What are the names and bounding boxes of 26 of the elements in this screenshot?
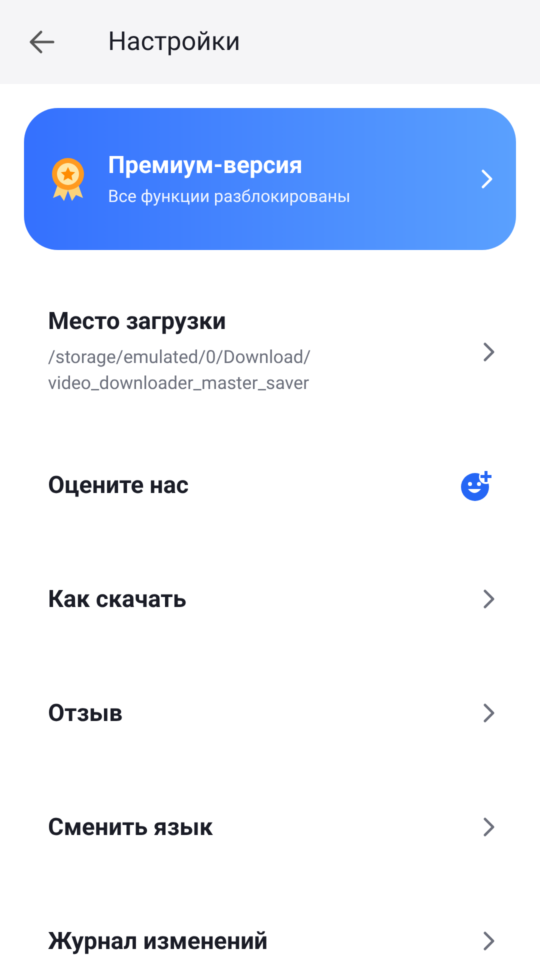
chevron-icon	[480, 168, 494, 190]
chevron-icon	[482, 588, 496, 610]
page-title: Настройки	[108, 27, 240, 57]
settings-item[interactable]: Сменить язык	[0, 770, 540, 884]
settings-item[interactable]: Оцените нас	[0, 428, 540, 542]
chevron-icon	[482, 930, 496, 952]
medal-icon	[50, 156, 86, 202]
back-arrow-icon	[28, 28, 56, 56]
premium-card[interactable]: Премиум-версия Все функции разблокированы	[24, 108, 516, 250]
chevron-icon	[482, 702, 496, 724]
item-title: Отзыв	[48, 699, 124, 727]
chevron-icon	[482, 341, 496, 363]
item-subtitle: /storage/emulated/0/Download/ video_downloader_master_saver	[48, 346, 312, 396]
item-title: Сменить язык	[48, 813, 214, 841]
settings-item[interactable]: Как скачать	[0, 542, 540, 656]
back-button[interactable]	[28, 28, 56, 56]
item-title: Как скачать	[48, 585, 188, 613]
premium-title: Премиум-версия	[108, 151, 304, 179]
settings-item[interactable]: Отзыв	[0, 656, 540, 770]
premium-subtitle: Все функции разблокированы	[108, 187, 352, 207]
settings-item[interactable]: Журнал изменений	[0, 884, 540, 960]
settings-item[interactable]: Место загрузки /storage/emulated/0/Download/ video_downloader_master_saver	[0, 288, 540, 416]
item-title: Место загрузки	[48, 307, 227, 335]
item-title: Оцените нас	[48, 471, 190, 499]
item-title: Журнал изменений	[48, 927, 269, 955]
chevron-icon	[482, 816, 496, 838]
